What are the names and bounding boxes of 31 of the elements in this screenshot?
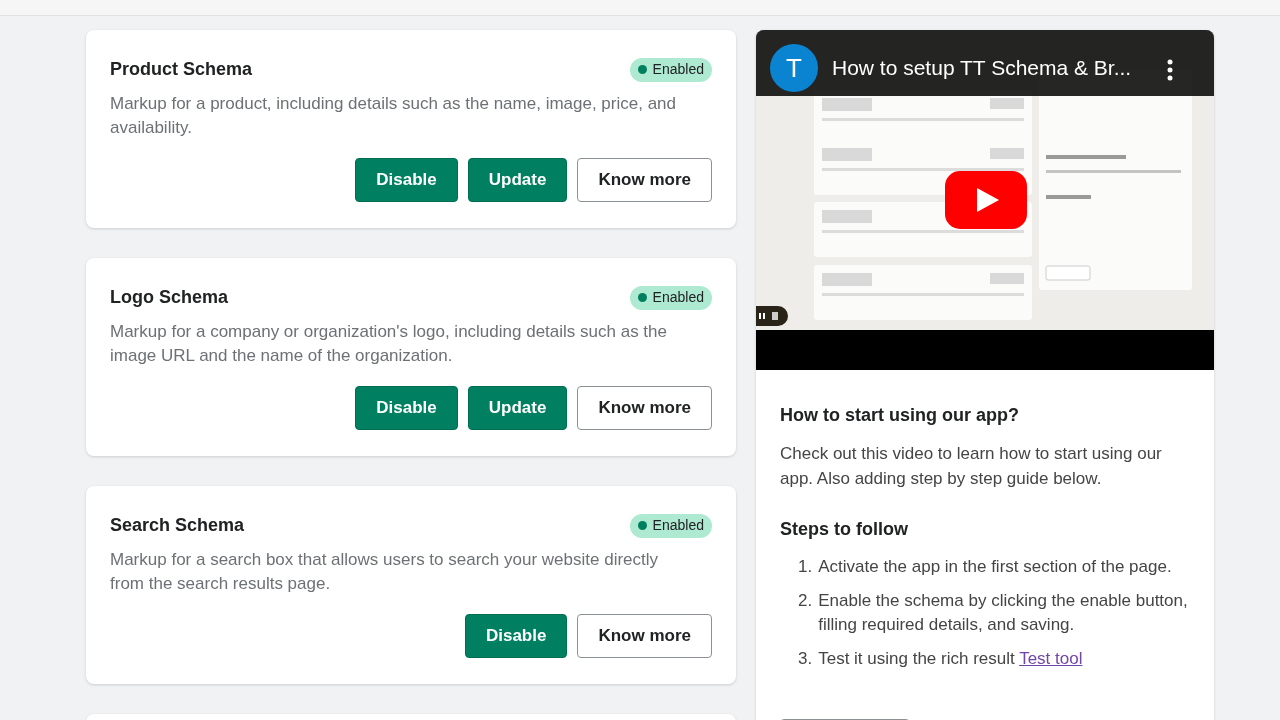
guide-intro: Check out this video to learn how to start using our app. Also adding step by step guide below. — [780, 443, 1163, 490]
know-more-button[interactable]: Know more — [577, 158, 712, 202]
video-player[interactable]: T How to setup TT Schema & Br... — [756, 30, 1214, 370]
status-badge: Enabled — [629, 285, 712, 310]
card-title: Search Schema — [110, 514, 245, 537]
step-text: Activate the app in the first section of the page. — [818, 556, 1172, 578]
action-button[interactable]: Update — [467, 386, 568, 430]
action-button[interactable]: Disable — [355, 158, 458, 202]
step-number: 1. — [798, 556, 813, 578]
step-number: 3. — [798, 648, 813, 670]
card-title: Product Schema — [110, 58, 253, 81]
know-more-button[interactable]: Know more — [577, 386, 712, 430]
step-text: Test it using the rich result Test tool — [818, 648, 1083, 670]
test-tool-link[interactable]: Test tool — [1019, 649, 1083, 668]
step-text: Enable the schema by clicking the enable button, filling required details, and saving. — [818, 590, 1189, 636]
action-button[interactable]: Disable — [464, 614, 568, 658]
play-icon[interactable] — [945, 171, 1027, 229]
card-description: Markup for a company or organization's logo, including details such as the image URL and the name of the organization. — [110, 321, 668, 367]
step-number: 2. — [798, 590, 813, 612]
know-more-button[interactable]: Know more — [577, 614, 712, 658]
recording-controls-icon[interactable] — [756, 306, 788, 326]
status-badge: Enabled — [629, 57, 712, 82]
action-button[interactable]: Update — [467, 158, 568, 202]
card-description: Markup for a product, including details such as the name, image, price, and availability. — [110, 93, 678, 139]
status-badge: Enabled — [629, 513, 712, 538]
video-title: How to setup TT Schema & Br... — [832, 55, 1132, 81]
steps-heading: Steps to follow — [780, 518, 909, 541]
guide-heading: How to start using our app? — [780, 404, 1020, 427]
action-button[interactable]: Disable — [355, 386, 458, 430]
card-title: Logo Schema — [110, 286, 229, 309]
card-description: Markup for a search box that allows users to search your website directly from the search results page. — [110, 549, 660, 595]
